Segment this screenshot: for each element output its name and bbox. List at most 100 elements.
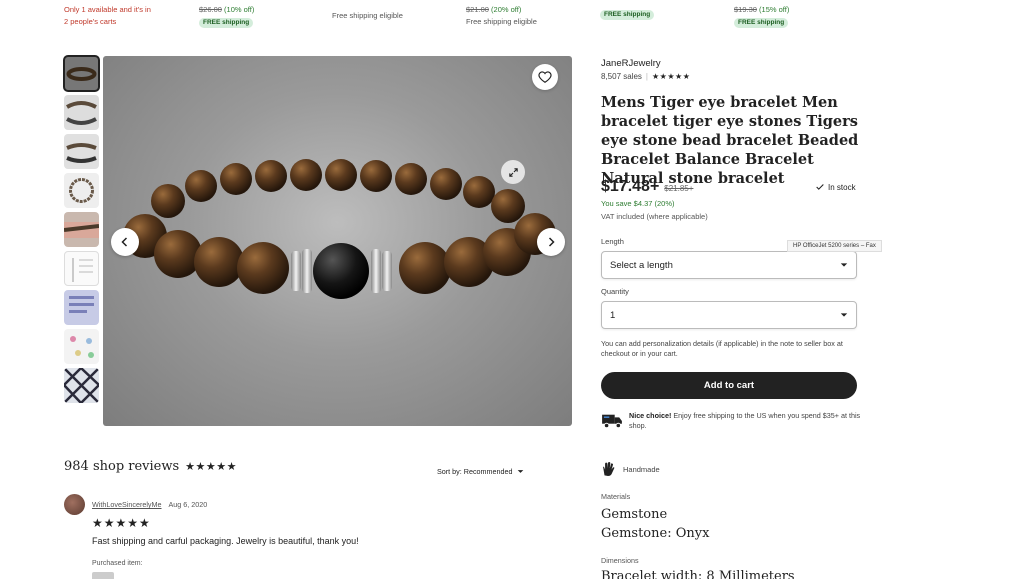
vat-text: VAT included (where applicable) xyxy=(601,212,708,221)
rec-item-6[interactable]: $19.30 (15% off) FREE shipping xyxy=(734,4,789,28)
previous-image-button[interactable] xyxy=(111,228,139,256)
thumbnail-8[interactable] xyxy=(64,329,99,364)
materials-label: Materials xyxy=(601,492,631,501)
favorite-button[interactable] xyxy=(532,64,558,90)
add-to-cart-button[interactable]: Add to cart xyxy=(601,372,857,399)
info-thumb-image xyxy=(69,296,94,313)
divider: | xyxy=(645,72,648,81)
next-image-button[interactable] xyxy=(537,228,565,256)
rec-shipping-text: Free shipping eligible xyxy=(332,11,403,20)
onyx-bead xyxy=(313,243,369,299)
zoom-button[interactable] xyxy=(501,160,525,184)
reviews-count: 984 shop reviews xyxy=(64,459,180,474)
product-title: Mens Tiger eye bracelet Men bracelet tig… xyxy=(601,94,859,187)
shop-sales-count: 8,507 sales xyxy=(601,72,642,81)
free-shipping-badge: FREE shipping xyxy=(199,18,254,28)
shipping-note-bold: Nice choice! xyxy=(629,411,672,420)
material-2: Gemstone: Onyx xyxy=(601,526,710,541)
original-price: $21.85+ xyxy=(664,184,694,193)
rec-shipping-text: Free shipping eligible xyxy=(466,17,537,26)
thumbnail-9[interactable] xyxy=(64,368,99,403)
quantity-select[interactable]: 1 xyxy=(601,301,857,329)
shop-rating-stars[interactable]: ★★★★★ xyxy=(652,72,690,81)
heart-icon xyxy=(538,71,552,83)
chevron-left-icon xyxy=(121,237,128,247)
dimensions-label: Dimensions xyxy=(601,556,639,565)
rec-price: $21.00 xyxy=(466,5,489,14)
quantity-label: Quantity xyxy=(601,287,629,296)
thumbnail-1[interactable] xyxy=(63,55,100,92)
chevron-down-icon xyxy=(840,313,848,317)
reviewer-name-link[interactable]: WithLoveSincerelyMe xyxy=(92,500,162,509)
bracelet-illustration xyxy=(123,159,556,299)
bracelet-thumb-image xyxy=(66,67,97,81)
length-select[interactable]: Select a length xyxy=(601,251,857,279)
rec-discount: (20% off) xyxy=(488,5,522,14)
review-author-row: WithLoveSincerelyMe Aug 6, 2020 xyxy=(64,494,207,515)
rec-item-5[interactable]: FREE shipping xyxy=(600,8,655,20)
handmade-row: Handmade xyxy=(601,461,660,477)
rec-stock-line1: Only 1 available and it's in xyxy=(64,5,151,14)
rec-discount: (15% off) xyxy=(756,5,790,14)
review-text: Fast shipping and carful packaging. Jewe… xyxy=(92,536,359,546)
thumbnail-7[interactable] xyxy=(64,290,99,325)
pattern-thumb-image xyxy=(64,368,99,403)
thumbnail-4[interactable] xyxy=(64,173,99,208)
expand-icon xyxy=(508,167,518,177)
personalization-note: You can add personalization details (if … xyxy=(601,339,843,358)
review-stars: ★★★★★ xyxy=(92,516,151,530)
sort-dropdown[interactable]: Sort by: Recommended xyxy=(437,467,524,476)
back-beads xyxy=(151,159,525,223)
truck-icon xyxy=(602,414,622,429)
quantity-select-value: 1 xyxy=(610,309,616,321)
thumbnail-3[interactable] xyxy=(64,134,99,169)
rec-item-3[interactable]: Free shipping eligible xyxy=(332,10,403,22)
length-label: Length xyxy=(601,237,624,246)
check-icon xyxy=(816,184,824,190)
rec-discount: (10% off) xyxy=(221,5,255,14)
free-shipping-badge: FREE shipping xyxy=(600,10,655,20)
chevron-right-icon xyxy=(548,237,555,247)
chevron-down-icon xyxy=(517,470,523,473)
rec-price: $19.30 xyxy=(734,5,757,14)
stock-status: In stock xyxy=(815,182,856,192)
rec-item-2[interactable]: $26.00 (10% off) FREE shipping xyxy=(199,4,254,28)
shop-sales-row: 8,507 sales | ★★★★★ xyxy=(601,72,690,81)
avatar[interactable] xyxy=(64,494,85,515)
wrist-thumb-image xyxy=(64,222,99,238)
sort-label: Sort by: Recommended xyxy=(437,467,513,476)
free-shipping-badge: FREE shipping xyxy=(734,18,789,28)
length-select-value: Select a length xyxy=(610,259,673,271)
shipping-note-text: Nice choice! Enjoy free shipping to the … xyxy=(629,411,863,431)
rec-price: $26.00 xyxy=(199,5,222,14)
recommendations-strip: Only 1 available and it's in 2 people's … xyxy=(0,0,1030,30)
shop-name-link[interactable]: JaneRJewelry xyxy=(601,58,661,69)
dimension-1: Bracelet width: 8 Millimeters xyxy=(601,569,795,579)
rec-item-4[interactable]: $21.00 (20% off) Free shipping eligible xyxy=(466,4,537,28)
product-image[interactable] xyxy=(103,56,572,426)
shipping-note: Nice choice! Enjoy free shipping to the … xyxy=(601,411,863,431)
hand-icon xyxy=(603,462,615,476)
savings-text: You save $4.37 (20%) xyxy=(601,199,675,208)
bracelet-thumb-image xyxy=(66,101,97,125)
purchased-item-thumbnail[interactable] xyxy=(92,572,114,579)
current-price: $17.48+ xyxy=(601,178,660,195)
material-1: Gemstone xyxy=(601,507,668,522)
info-thumb-image xyxy=(70,336,94,358)
review-date: Aug 6, 2020 xyxy=(168,500,208,509)
thumbnail-2[interactable] xyxy=(64,95,99,130)
thumbnail-5[interactable] xyxy=(64,212,99,247)
bracelet-thumb-image xyxy=(66,143,97,163)
rec-stock-line2: 2 people's carts xyxy=(64,17,117,26)
size-chart-thumb-image xyxy=(72,258,93,282)
thumbnail-6[interactable] xyxy=(64,251,99,286)
reviews-heading: 984 shop reviews ★★★★★ xyxy=(64,459,237,474)
chevron-down-icon xyxy=(840,263,848,267)
reviews-stars: ★★★★★ xyxy=(185,460,237,473)
system-tooltip: HP OfficeJet 5200 series – Fax xyxy=(787,240,882,252)
handmade-text: Handmade xyxy=(623,464,660,474)
stock-text: In stock xyxy=(828,182,856,192)
purchased-item-label: Purchased item: xyxy=(92,560,143,567)
thumbnail-list xyxy=(63,55,100,407)
bracelet-thumb-image xyxy=(69,178,94,203)
